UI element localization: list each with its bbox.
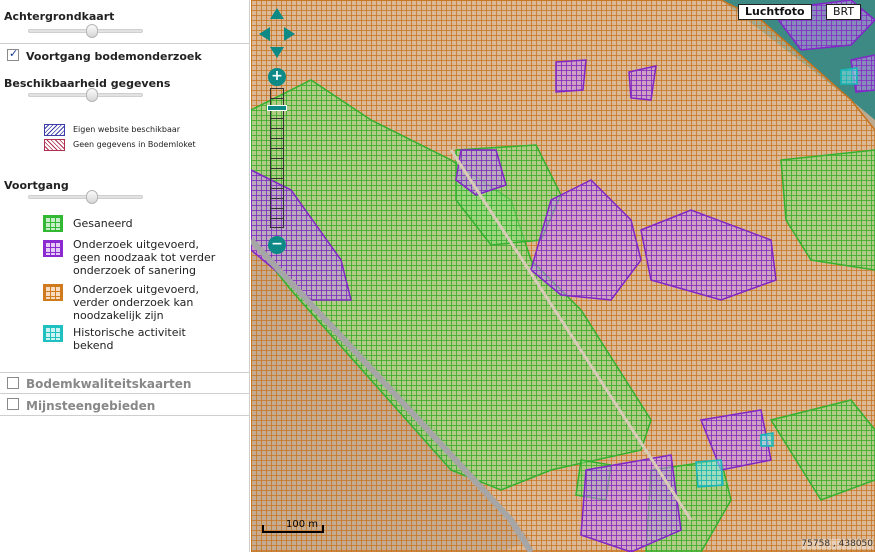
plus-icon[interactable]: + — [268, 68, 286, 86]
legend-swatch-no-data — [44, 139, 65, 151]
zone-historic-activity[interactable] — [760, 432, 774, 447]
legend-line: geen noodzaak tot verder — [73, 251, 216, 264]
legend-line: bekend — [73, 339, 114, 352]
scale-label: 100 m — [286, 519, 319, 530]
pan-right-icon[interactable] — [284, 27, 295, 41]
zoom-control: + − — [267, 68, 287, 254]
mine-stone-layer-checkbox[interactable] — [7, 398, 19, 410]
divider — [0, 43, 250, 44]
legend-swatch-sanitized — [43, 215, 63, 232]
legend-swatch-no-further-research — [43, 240, 63, 257]
background-map-title: Achtergrondkaart — [4, 10, 115, 23]
soil-quality-layer-label[interactable]: Bodemkwaliteitskaarten — [26, 377, 191, 391]
legend-label-further-research: Onderzoek uitgevoerd, verder onderzoek k… — [73, 283, 233, 322]
legend-line: noodzakelijk zijn — [73, 309, 164, 322]
legend-line: Historische activiteit — [73, 326, 186, 339]
divider — [0, 393, 250, 394]
pan-left-icon[interactable] — [259, 27, 270, 41]
legend-line: Onderzoek uitgevoerd, — [73, 283, 199, 296]
zoom-slider-handle[interactable] — [267, 105, 287, 111]
aerial-photo-button[interactable]: Luchtfoto — [738, 4, 812, 20]
divider — [0, 415, 250, 416]
progress-layer-checkbox[interactable] — [7, 47, 19, 61]
progress-title: Voortgang — [4, 179, 69, 192]
slider-knob[interactable] — [86, 88, 98, 102]
zone-no-further-research[interactable] — [555, 59, 587, 93]
legend-swatch-further-research — [43, 284, 63, 301]
progress-layer-label[interactable]: Voortgang bodemonderzoek — [26, 50, 202, 63]
legend-label-no-data: Geen gegevens in Bodemloket — [73, 140, 196, 149]
map-canvas[interactable] — [251, 0, 875, 552]
slider-knob[interactable] — [86, 190, 98, 204]
brt-map-button[interactable]: BRT — [826, 4, 862, 20]
background-map-opacity-slider[interactable] — [28, 24, 143, 38]
availability-title: Beschikbaarheid gegevens — [4, 77, 171, 90]
legend-label-sanitized: Gesaneerd — [73, 217, 133, 230]
legend-label-no-further-research: Onderzoek uitgevoerd, geen noodzaak tot … — [73, 238, 233, 277]
map-viewport[interactable]: Luchtfoto BRT + − 100 m 75758 , 438050 — [251, 0, 875, 552]
mine-stone-layer-label[interactable]: Mijnsteengebieden — [26, 399, 155, 413]
legend-line: Onderzoek uitgevoerd, — [73, 238, 199, 251]
slider-knob[interactable] — [86, 24, 98, 38]
coordinate-readout: 75758 , 438050 — [801, 539, 873, 549]
pan-control — [259, 8, 295, 60]
minus-icon[interactable]: − — [268, 236, 286, 254]
legend-swatch-own-website — [44, 124, 65, 136]
legend-line: verder onderzoek kan — [73, 296, 194, 309]
legend-line: onderzoek of sanering — [73, 264, 196, 277]
divider — [0, 372, 250, 373]
soil-quality-layer-checkbox[interactable] — [7, 377, 19, 389]
availability-opacity-slider[interactable] — [28, 88, 143, 102]
progress-opacity-slider[interactable] — [28, 190, 143, 204]
zone-historic-activity[interactable] — [695, 459, 724, 488]
layer-panel: Achtergrondkaart Voortgang bodemonderzoe… — [0, 0, 250, 552]
legend-swatch-historic-activity — [43, 325, 63, 342]
legend-label-historic-activity: Historische activiteit bekend — [73, 326, 233, 352]
zone-no-further-research[interactable] — [628, 65, 657, 101]
zone-historic-activity[interactable] — [840, 67, 858, 85]
pan-up-icon[interactable] — [270, 8, 284, 19]
pan-down-icon[interactable] — [270, 47, 284, 58]
scale-bar: 100 m — [262, 519, 326, 533]
legend-label-own-website: Eigen website beschikbaar — [73, 125, 181, 134]
